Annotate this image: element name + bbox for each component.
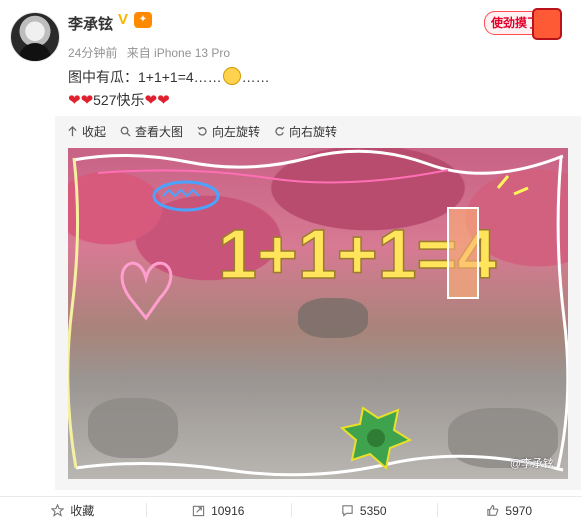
activity-sticker[interactable]: 使劲摸了 [484, 8, 562, 40]
post-text-line1: 图中有瓜：1+1+1=4…… …… [68, 67, 270, 87]
comment-icon [342, 505, 353, 517]
collapse-label: 收起 [82, 125, 107, 139]
post-footer: 收藏 10916 5350 5970 [0, 496, 582, 523]
post-time[interactable]: 24分钟前 [68, 46, 117, 60]
weibo-post-card: 李承铉 V ✦ 24分钟前 来自 iPhone 13 Pro 使劲摸了 图中有瓜… [0, 0, 582, 523]
repost-count: 10916 [211, 503, 245, 518]
media-box: 收起 查看大图 向左旋转 向右旋转 1+1+1=4 @李承铉 [55, 116, 581, 490]
rotate-right-button[interactable]: 向右旋转 [274, 123, 337, 140]
post-text-ellipsis: …… [241, 69, 270, 85]
arrow-up-icon [68, 126, 77, 137]
like-count: 5970 [505, 503, 533, 518]
rotate-left-button[interactable]: 向左旋转 [197, 123, 260, 140]
thumbs-up-icon [487, 504, 499, 516]
post-source: 来自 iPhone 13 Pro [126, 46, 231, 60]
post-meta: 24分钟前 来自 iPhone 13 Pro [68, 44, 236, 61]
heart-emoji-left: ❤❤ [68, 92, 94, 109]
cake-icon [532, 8, 562, 40]
user-avatar[interactable] [10, 12, 60, 62]
like-button[interactable]: 5970 [436, 497, 582, 523]
favorite-button[interactable]: 收藏 [0, 497, 146, 523]
post-text-527: 527快乐 [93, 92, 145, 108]
post-text-main: 图中有瓜：1+1+1=4…… [68, 69, 222, 85]
view-large-button[interactable]: 查看大图 [120, 123, 183, 140]
doodle-overlay: 1+1+1=4 [68, 149, 568, 477]
collapse-button[interactable]: 收起 [67, 123, 106, 140]
star-icon [51, 504, 65, 517]
verified-icon: V [118, 11, 129, 28]
vip-badge-icon[interactable]: ✦ [134, 12, 152, 28]
rotate-right-label: 向右旋转 [289, 125, 338, 139]
favorite-label: 收藏 [70, 504, 95, 518]
repost-button[interactable]: 10916 [145, 497, 292, 523]
rotate-right-icon [275, 126, 285, 136]
heart-emoji-right: ❤❤ [144, 92, 170, 109]
repost-icon [192, 505, 205, 517]
rotate-left-icon [197, 126, 207, 136]
user-name[interactable]: 李承铉 [68, 13, 113, 34]
rotate-left-label: 向左旋转 [212, 125, 261, 139]
post-photo[interactable]: 1+1+1=4 @李承铉 [68, 148, 568, 479]
post-text-line2: ❤❤527快乐❤❤ [68, 90, 170, 110]
view-large-label: 查看大图 [135, 125, 184, 139]
search-icon [120, 126, 131, 137]
media-toolbar: 收起 查看大图 向左旋转 向右旋转 [67, 123, 337, 140]
melon-emoji-icon [222, 67, 241, 85]
comment-count: 5350 [359, 503, 387, 518]
comment-button[interactable]: 5350 [291, 497, 437, 523]
photo-watermark: @李承铉 [509, 458, 554, 470]
